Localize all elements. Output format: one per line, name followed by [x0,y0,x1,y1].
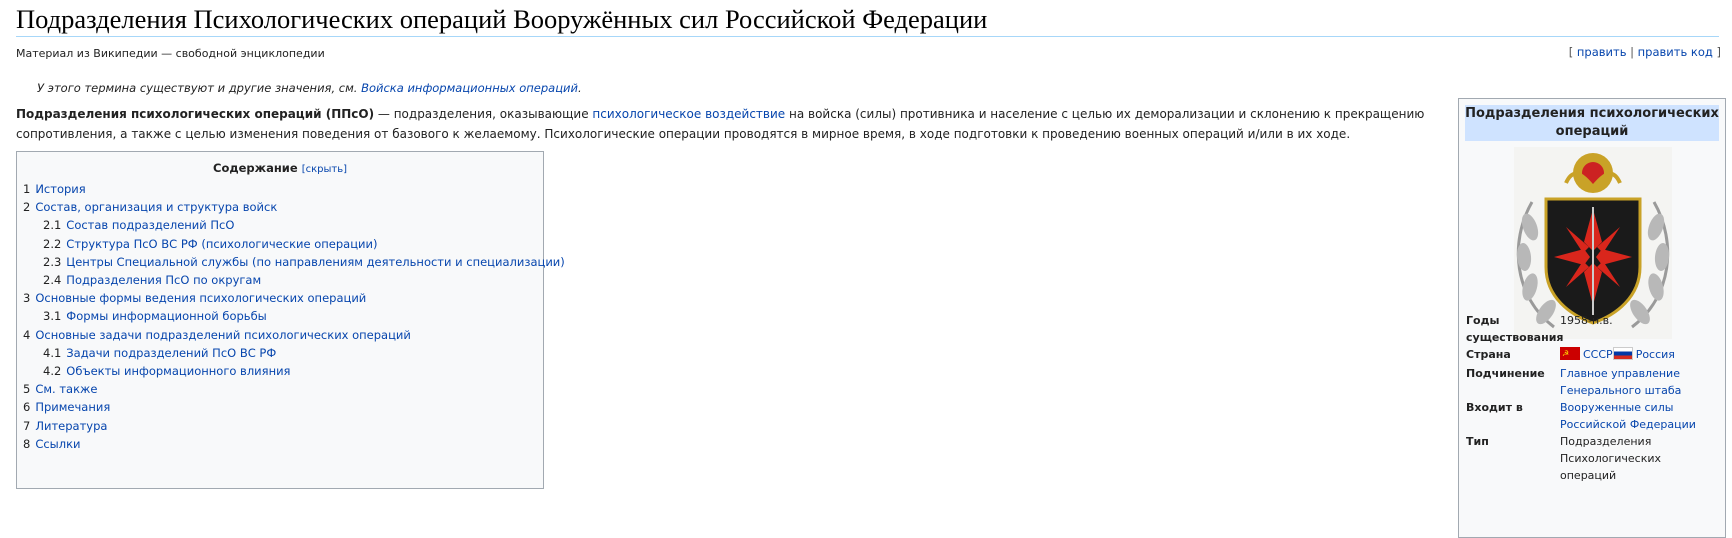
russia-link[interactable]: Россия [1636,348,1675,361]
toc-item-link[interactable]: Задачи подразделений ПсО ВС РФ [66,346,276,360]
page-title: Подразделения Психологических операций В… [16,4,988,34]
toc-item-link[interactable]: Структура ПсО ВС РФ (психологические опе… [66,237,377,251]
toc-item-link[interactable]: История [35,182,85,196]
toc-item-number: 2.4 [43,273,62,287]
toc-item[interactable]: 2.4 Подразделения ПсО по округам [43,272,261,288]
hatnote-link[interactable]: Войска информационных операций [361,81,578,95]
toc-item[interactable]: 2.2 Структура ПсО ВС РФ (психологические … [43,236,377,252]
hatnote-end: . [578,81,582,95]
toc-item-link[interactable]: Состав подразделений ПсО [66,218,234,232]
intro-abbreviation: (ППсО) [321,107,375,121]
toc-item-number: 4 [23,328,31,342]
armed-forces-link[interactable]: Вооруженные силы Российской Федерации [1560,399,1720,433]
edit-links-open: [ [1568,45,1577,59]
infobox-value-years: 1958-н.в. [1560,314,1613,327]
toc-item[interactable]: 4.1 Задачи подразделений ПсО ВС РФ [43,345,276,361]
ussr-link[interactable]: СССР [1583,348,1613,361]
toc-item-number: 5 [23,382,31,396]
toc-item-number: 4.1 [43,346,62,360]
toc-item-link[interactable]: Формы информационной борьбы [66,309,266,323]
toc-item[interactable]: 3.1 Формы информационной борьбы [43,308,267,324]
ussr-flag-icon [1560,345,1580,362]
toc-item[interactable]: 5 См. также [23,381,97,397]
infobox-label-type: Тип [1466,435,1489,448]
edit-link[interactable]: править [1577,45,1627,59]
infobox-label-part-of: Входит в [1466,401,1523,414]
toc-item-number: 4.2 [43,364,62,378]
toc-item-link[interactable]: Ссылки [35,437,80,451]
toc-item[interactable]: 2.1 Состав подразделений ПсО [43,217,234,233]
russia-flag-icon [1612,347,1633,360]
toc-item-number: 7 [23,419,31,433]
toc-title: Содержание [213,161,298,175]
psychological-influence-link[interactable]: психологическое воздействие [592,107,785,121]
hatnote: У этого термина существуют и другие знач… [37,81,582,95]
infobox-value-type: Подразделения Психологических операций [1560,435,1662,482]
site-tagline: Материал из Википедии — свободной энцикл… [16,47,325,60]
toc-item[interactable]: 4 Основные задачи подразделений психологи… [23,327,411,343]
toc-item-number: 2.3 [43,255,62,269]
toc-item-link[interactable]: Подразделения ПсО по округам [66,273,261,287]
edit-links: [ править | править код ] [1569,45,1721,59]
edit-links-separator: | [1626,45,1638,59]
toc-item-number: 8 [23,437,31,451]
toc-item-number: 3.1 [43,309,62,323]
toc-toggle-link[interactable]: [скрыть] [302,164,347,175]
toc-heading: Содержание [скрыть] [17,161,543,175]
toc-item-number: 1 [23,182,31,196]
toc-item[interactable]: 7 Литература [23,418,107,434]
edit-source-link[interactable]: править код [1638,45,1713,59]
intro-text-1: — подразделения, оказывающие [374,107,593,121]
psyops-emblem-image [1514,147,1672,339]
toc-item-link[interactable]: Примечания [35,400,110,414]
toc-item-link[interactable]: См. также [35,382,97,396]
toc-item[interactable]: 2.3 Центры Специальной службы (по направл… [43,254,565,270]
infobox-label-years: Годы существования [1466,314,1564,344]
toc-item[interactable]: 3 Основные формы ведения психологических … [23,290,366,306]
toc-item-link[interactable]: Основные формы ведения психологических о… [35,291,366,305]
infobox-value-country: СССР Россия [1560,345,1720,363]
toc-item-number: 2 [23,200,31,214]
toc-item[interactable]: 2 Состав, организация и структура войск [23,199,277,215]
hatnote-text: У этого термина существуют и другие знач… [37,81,362,95]
toc-item-link[interactable]: Литература [35,419,107,433]
toc-item-number: 3 [23,291,31,305]
toc-item-link[interactable]: Основные задачи подразделений психологич… [35,328,411,342]
infobox: Подразделения психологических операций Г… [1458,98,1726,538]
toc-item-number: 2.2 [43,237,62,251]
infobox-title: Подразделения психологических операций [1465,105,1719,141]
edit-links-close: ] [1712,45,1721,59]
toc-item-number: 6 [23,400,31,414]
toc-item-link[interactable]: Центры Специальной службы (по направлени… [66,255,564,269]
infobox-label-subordination: Подчинение [1466,367,1545,380]
general-staff-link[interactable]: Главное управление Генерального штаба [1560,365,1720,399]
intro-paragraph: Подразделения психологических операций (… [16,104,1446,144]
toc-item-link[interactable]: Состав, организация и структура войск [35,200,277,214]
intro-bold-term: Подразделения психологических операций [16,107,322,121]
title-divider [16,36,1719,37]
toc-item-number: 2.1 [43,218,62,232]
toc-item[interactable]: 1 История [23,181,86,197]
toc-item[interactable]: 6 Примечания [23,399,110,415]
table-of-contents: Содержание [скрыть] 1 История 2 Состав, орг… [16,151,565,489]
toc-item-link[interactable]: Объекты информационного влияния [66,364,290,378]
toc-item[interactable]: 4.2 Объекты информационного влияния [43,363,290,379]
toc-item[interactable]: 8 Ссылки [23,436,81,452]
infobox-label-country: Страна [1466,348,1511,361]
